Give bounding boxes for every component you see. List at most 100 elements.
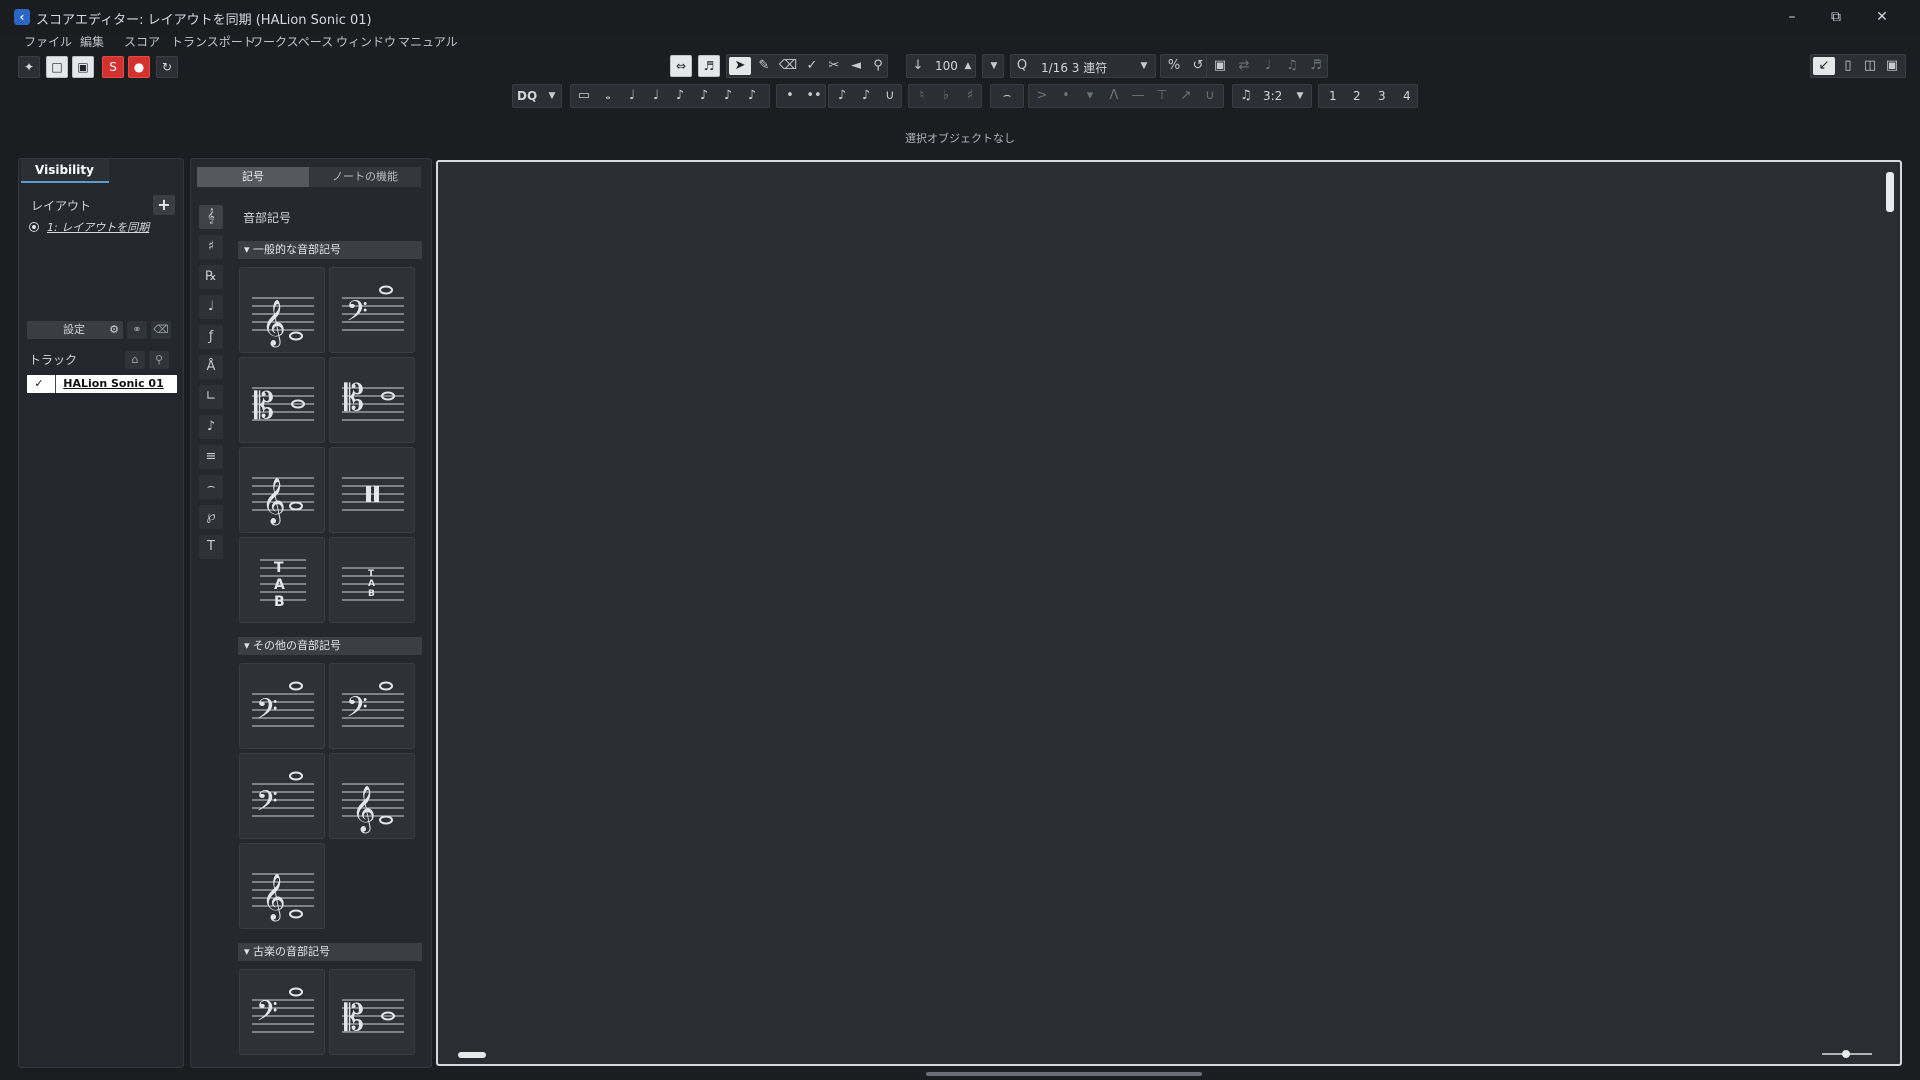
section-early-music-clefs[interactable]: ▾ 古楽の音部記号 — [238, 943, 422, 961]
subbass-clef-button[interactable]: 𝄢 — [239, 969, 325, 1055]
accent-icon[interactable]: > — [1031, 87, 1053, 105]
half-note-icon[interactable]: ♩ — [621, 87, 643, 105]
sharp-icon[interactable]: ♯ — [959, 87, 981, 105]
score-canvas[interactable] — [436, 160, 1902, 1066]
restore-button[interactable]: ⧉ — [1816, 6, 1856, 28]
arc-category-icon[interactable]: ⌢ — [199, 475, 223, 499]
menu-edit[interactable]: 編集 — [80, 33, 104, 50]
bass-8va-clef-button[interactable]: 𝄢 — [239, 663, 325, 749]
minimize-button[interactable]: – — [1772, 6, 1812, 28]
stem-icon[interactable]: ♩ — [1257, 57, 1279, 75]
staccato-icon[interactable]: • — [1055, 87, 1077, 105]
voice-2[interactable]: 2 — [1353, 89, 1361, 103]
layout-icon[interactable]: ▣ — [1209, 57, 1231, 75]
tenuto-staccato-icon[interactable]: ⊤ — [1151, 87, 1173, 105]
draw-icon[interactable]: ✓ — [801, 57, 823, 75]
ornament-category-icon[interactable]: Å — [199, 355, 223, 379]
track-row[interactable]: ✓ HALion Sonic 01 — [27, 375, 177, 393]
horizontal-scrollbar[interactable] — [448, 1050, 1858, 1060]
glue-icon[interactable]: ◄ — [845, 57, 867, 75]
flag-icon[interactable]: ♪ — [855, 87, 877, 105]
group-icon[interactable]: ♬ — [1305, 57, 1327, 75]
key-category-icon[interactable]: ♯ — [199, 235, 223, 259]
whole-note-icon[interactable]: 𝅝 — [597, 87, 619, 105]
tab-note-functions[interactable]: ノートの機能 — [309, 167, 421, 187]
mordent-icon[interactable]: ↗ — [1175, 87, 1197, 105]
split-icon[interactable]: ⇔ — [670, 55, 692, 77]
bottom-resize-handle[interactable] — [926, 1072, 1202, 1076]
breve-icon[interactable]: ▭ — [573, 87, 595, 105]
zoom-icon[interactable]: ⚲ — [867, 57, 889, 75]
section-common-clefs[interactable]: ▾ 一般的な音部記号 — [238, 241, 422, 259]
french-violin-clef-button[interactable]: 𝄞 — [239, 843, 325, 929]
time-category-icon[interactable]: ℞ — [199, 265, 223, 289]
menu-file[interactable]: ファイル — [24, 33, 72, 50]
pencil-icon[interactable]: ✎ — [753, 57, 775, 75]
close-button[interactable]: ✕ — [1862, 6, 1902, 28]
marcato-icon[interactable]: Λ — [1103, 87, 1125, 105]
search-icon[interactable]: ⚲ — [149, 351, 169, 369]
repeat-category-icon[interactable]: ∟ — [199, 385, 223, 409]
treble-8va-clef-button[interactable]: 𝄞 — [329, 753, 415, 839]
percent-icon[interactable]: % — [1163, 57, 1185, 75]
tab-symbols[interactable]: 記号 — [197, 167, 309, 187]
pin-icon[interactable]: ✦ — [18, 56, 40, 78]
window-icon[interactable]: ▣ — [1881, 57, 1903, 75]
panel-right-icon[interactable]: ◫ — [1859, 57, 1881, 75]
treble-clef-button[interactable]: 𝄞 — [239, 267, 325, 353]
check-icon[interactable]: ✓ — [31, 375, 47, 393]
sixteenth-note-icon[interactable]: ♪ — [693, 87, 715, 105]
treble-8vb-clef-button[interactable]: 𝄞 — [239, 447, 325, 533]
double-dot-icon[interactable]: •• — [803, 87, 825, 105]
add-layout-button[interactable]: + — [153, 195, 175, 215]
lines-category-icon[interactable]: ≡ — [199, 445, 223, 469]
menu-transport[interactable]: トランスポート — [171, 33, 255, 50]
percussion-clef-button[interactable] — [329, 447, 415, 533]
velocity-box[interactable]: ↓ 100 ▲ — [906, 54, 976, 78]
zoom-knob[interactable] — [1842, 1050, 1850, 1058]
tab-category-icon[interactable]: ℘ — [199, 505, 223, 529]
voice-3[interactable]: 3 — [1378, 89, 1386, 103]
zoom-slider[interactable] — [1812, 1050, 1882, 1058]
menu-manual[interactable]: マニュアル — [398, 33, 458, 50]
eraser-icon[interactable]: ⌫ — [777, 57, 799, 75]
soprano-clef-button[interactable]: 𝄡 — [329, 969, 415, 1055]
fermata-icon[interactable]: ∪ — [1199, 87, 1221, 105]
velocity-menu[interactable]: ▼ — [982, 54, 1004, 78]
auto-scroll-icon[interactable]: ↻ — [156, 56, 178, 78]
page-mode-icon[interactable]: □ — [46, 56, 68, 78]
eighth-note-icon[interactable]: ♪ — [669, 87, 691, 105]
record-button[interactable]: ● — [128, 56, 150, 78]
voice-4[interactable]: 4 — [1403, 89, 1411, 103]
baritone-clef-button[interactable]: 𝄢 — [239, 753, 325, 839]
menu-score[interactable]: スコア — [124, 33, 160, 50]
quarter-note-icon[interactable]: ♩ — [645, 87, 667, 105]
solo-button[interactable]: S — [102, 56, 124, 78]
alto-clef-button[interactable]: 𝄡 — [239, 357, 325, 443]
lock-icon[interactable]: ⚭ — [127, 321, 147, 339]
flat-icon[interactable]: ♭ — [935, 87, 957, 105]
quantize-select[interactable]: Q 1/16 3 連符 ▼ — [1010, 54, 1156, 78]
sixtyfourth-note-icon[interactable]: ♪ — [741, 87, 763, 105]
scissors-icon[interactable]: ✂ — [823, 57, 845, 75]
bass-8vb-clef-button[interactable]: 𝄢 — [329, 663, 415, 749]
staccatissimo-icon[interactable]: ▾ — [1079, 87, 1101, 105]
dot-icon[interactable]: • — [779, 87, 801, 105]
tab-clef-button[interactable]: TAB — [239, 537, 325, 623]
small-tab-clef-button[interactable]: TAB — [329, 537, 415, 623]
beam-icon[interactable]: ♫ — [1281, 57, 1303, 75]
tenor-clef-button[interactable]: 𝄡 — [329, 357, 415, 443]
bass-clef-button[interactable]: 𝄢 — [329, 267, 415, 353]
clef-category-icon[interactable]: 𝄞 — [199, 205, 223, 229]
scroll-thumb[interactable] — [458, 1052, 486, 1058]
stepper-icon[interactable]: ▲ — [957, 57, 979, 75]
menu-workspace[interactable]: ワークスペース — [251, 33, 333, 50]
grace-icon[interactable]: ♪ — [831, 87, 853, 105]
text-category-icon[interactable]: T — [199, 535, 223, 559]
note-category-icon[interactable]: ♪ — [199, 415, 223, 439]
voice-1[interactable]: 1 — [1329, 89, 1337, 103]
home-icon[interactable]: ⌂ — [125, 351, 145, 369]
pointer-icon[interactable]: ➤ — [729, 57, 751, 75]
natural-icon[interactable]: ♮ — [911, 87, 933, 105]
tie-note-icon[interactable]: ∪ — [879, 87, 901, 105]
